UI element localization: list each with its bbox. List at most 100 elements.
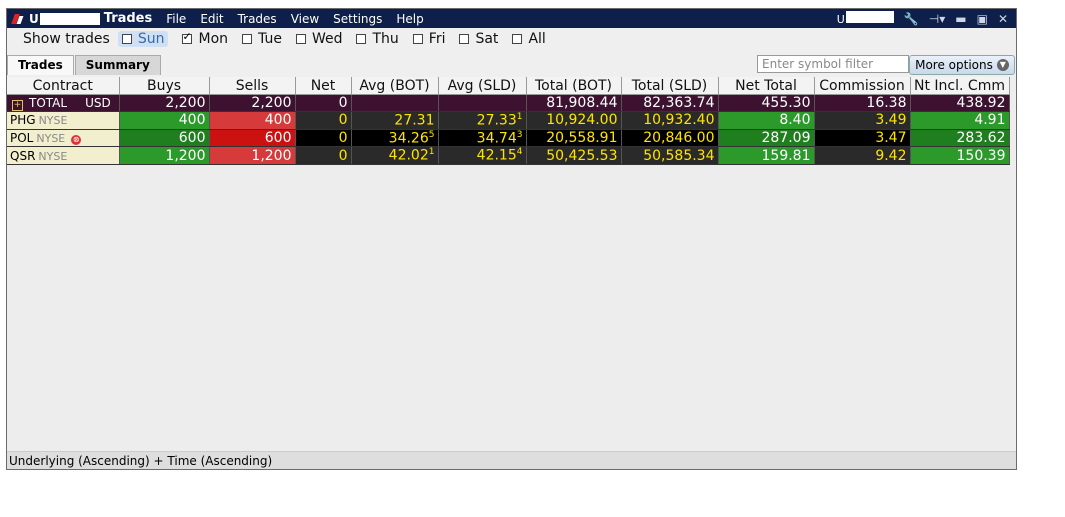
- total-total-sld: 82,363.74: [621, 94, 719, 112]
- total-sells: 2,200: [209, 94, 296, 112]
- account-id: U: [29, 12, 104, 26]
- avg-bot-cell: 27.31: [351, 111, 439, 130]
- total-contract-cell[interactable]: + TOTAL USD: [7, 94, 120, 112]
- nt-incl-cell: 4.91: [910, 111, 1010, 130]
- total-bot-cell: 50,425.53: [526, 146, 622, 165]
- col-contract[interactable]: Contract: [7, 77, 120, 95]
- table-header: Contract Buys Sells Net Avg (BOT) Avg (S…: [7, 77, 1010, 95]
- total-avg-bot: [351, 94, 439, 112]
- show-trades-label: Show trades: [23, 31, 110, 47]
- menu-edit[interactable]: Edit: [200, 12, 223, 26]
- day-fri[interactable]: Fri: [412, 31, 445, 47]
- app-logo-icon: [11, 12, 25, 26]
- day-wed[interactable]: Wed: [295, 31, 342, 47]
- contract-cell[interactable]: PHG NYSE: [7, 111, 120, 130]
- checkbox-mon[interactable]: [182, 33, 193, 44]
- net-cell: 0: [295, 146, 352, 165]
- total-total-bot: 81,908.44: [526, 94, 622, 112]
- day-sat[interactable]: Sat: [459, 31, 498, 47]
- title-bar: U Trades File Edit Trades View Settings …: [7, 9, 1016, 28]
- table-row[interactable]: QSR NYSE 1,200 1,200 0 42.021 42.154 50,4…: [7, 146, 1010, 165]
- menu-bar: File Edit Trades View Settings Help: [166, 12, 424, 26]
- window-title: Trades: [103, 11, 153, 26]
- menu-settings[interactable]: Settings: [333, 12, 382, 26]
- day-all[interactable]: All: [512, 31, 546, 47]
- titlebar-controls: U 🔧 ⊣▾ ▬ ▣ ✕: [837, 11, 1008, 26]
- link-pin-icon[interactable]: ⊣▾: [929, 12, 945, 26]
- net-total-cell: 287.09: [718, 129, 815, 148]
- net-total-cell: 8.40: [718, 111, 815, 130]
- trades-window: U Trades File Edit Trades View Settings …: [6, 8, 1017, 470]
- col-net[interactable]: Net: [295, 77, 352, 95]
- maximize-icon[interactable]: ▣: [977, 12, 988, 26]
- account-selector[interactable]: U: [837, 11, 894, 26]
- total-sld-cell: 20,846.00: [621, 129, 719, 148]
- col-net-total[interactable]: Net Total: [718, 77, 815, 95]
- checkbox-sun[interactable]: [121, 34, 132, 44]
- sort-status-bar: Underlying (Ascending) + Time (Ascending…: [7, 451, 1016, 469]
- menu-file[interactable]: File: [166, 12, 186, 26]
- net-cell: 0: [295, 111, 352, 130]
- nt-incl-cell: 283.62: [910, 129, 1010, 148]
- checkbox-thu[interactable]: [356, 34, 367, 44]
- symbol-filter-input[interactable]: [757, 55, 909, 73]
- net-total-cell: 159.81: [718, 146, 815, 165]
- view-tabs: Trades Summary: [7, 55, 162, 75]
- col-commission[interactable]: Commission: [814, 77, 911, 95]
- buys-cell: 600: [119, 129, 210, 148]
- day-tue[interactable]: Tue: [242, 31, 282, 47]
- checkbox-fri[interactable]: [412, 34, 423, 44]
- avg-bot-cell: 34.265: [351, 129, 439, 148]
- redacted-account-right: [845, 11, 894, 23]
- commission-cell: 3.49: [814, 111, 911, 130]
- total-row[interactable]: + TOTAL USD 2,200 2,200 0 81,908.44 82,363…: [7, 94, 1010, 112]
- day-sun[interactable]: Sun: [117, 31, 169, 47]
- total-sld-cell: 10,932.40: [621, 111, 719, 130]
- wrench-icon[interactable]: 🔧: [904, 12, 919, 26]
- alert-icon[interactable]: ⊗: [71, 134, 82, 145]
- expand-icon[interactable]: +: [12, 99, 23, 111]
- avg-bot-cell: 42.021: [351, 146, 439, 165]
- total-sld-cell: 50,585.34: [621, 146, 719, 165]
- menu-view[interactable]: View: [291, 12, 319, 26]
- col-sells[interactable]: Sells: [209, 77, 296, 95]
- day-filter-bar: Show trades Sun Mon Tue Wed Thu Fri Sat …: [7, 28, 1016, 50]
- total-net-total: 455.30: [718, 94, 815, 112]
- avg-sld-cell: 27.331: [438, 111, 527, 130]
- sells-cell: 600: [209, 129, 296, 148]
- contract-cell[interactable]: QSR NYSE: [7, 146, 120, 165]
- col-total-sld[interactable]: Total (SLD): [621, 77, 719, 95]
- col-nt-incl-cmm[interactable]: Nt Incl. Cmm: [910, 77, 1010, 95]
- checkbox-sat[interactable]: [459, 34, 470, 44]
- table-row[interactable]: PHG NYSE 400 400 0 27.31 27.331 10,924.00…: [7, 111, 1010, 130]
- buys-cell: 1,200: [119, 146, 210, 165]
- col-avg-sld[interactable]: Avg (SLD): [438, 77, 527, 95]
- day-mon[interactable]: Mon: [182, 31, 228, 47]
- total-avg-sld: [438, 94, 527, 112]
- menu-trades[interactable]: Trades: [238, 12, 277, 26]
- col-buys[interactable]: Buys: [119, 77, 210, 95]
- minimize-icon[interactable]: ▬: [955, 12, 966, 26]
- more-options-button[interactable]: More options ▼: [909, 55, 1015, 75]
- close-icon[interactable]: ✕: [998, 12, 1008, 26]
- menu-help[interactable]: Help: [396, 12, 423, 26]
- avg-sld-cell: 42.154: [438, 146, 527, 165]
- net-cell: 0: [295, 129, 352, 148]
- summary-table: Contract Buys Sells Net Avg (BOT) Avg (S…: [7, 77, 1010, 165]
- col-avg-bot[interactable]: Avg (BOT): [351, 77, 439, 95]
- day-thu[interactable]: Thu: [356, 31, 399, 47]
- checkbox-tue[interactable]: [242, 34, 253, 44]
- buys-cell: 400: [119, 111, 210, 130]
- redacted-account: [39, 12, 100, 25]
- col-total-bot[interactable]: Total (BOT): [526, 77, 622, 95]
- table-row[interactable]: POL NYSE ⊗ 600 600 0 34.265 34.743 20,558.…: [7, 129, 1010, 148]
- total-buys: 2,200: [119, 94, 210, 112]
- sells-cell: 1,200: [209, 146, 296, 165]
- checkbox-wed[interactable]: [295, 34, 306, 44]
- total-commission: 16.38: [814, 94, 911, 112]
- sells-cell: 400: [209, 111, 296, 130]
- tab-summary[interactable]: Summary: [74, 55, 161, 75]
- tab-trades[interactable]: Trades: [7, 55, 74, 75]
- checkbox-all[interactable]: [512, 34, 523, 44]
- contract-cell[interactable]: POL NYSE ⊗: [7, 129, 120, 148]
